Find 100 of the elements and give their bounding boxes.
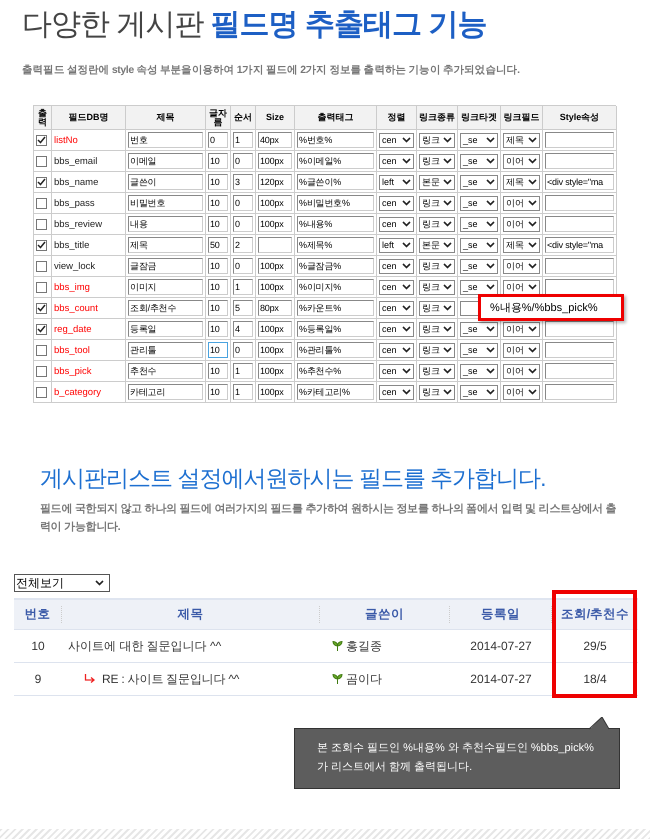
text-input[interactable]: 10 bbox=[208, 258, 228, 274]
text-input[interactable]: 글쓴이 bbox=[128, 174, 203, 190]
text-input[interactable]: 100px bbox=[258, 279, 292, 295]
text-input[interactable]: %글잠금% bbox=[297, 258, 374, 274]
checkbox[interactable] bbox=[36, 344, 47, 356]
dropdown[interactable]: cen bbox=[379, 154, 414, 168]
dropdown[interactable]: _se bbox=[460, 238, 498, 252]
text-input[interactable]: 0 bbox=[233, 153, 253, 169]
dropdown[interactable]: 이어 bbox=[503, 216, 540, 232]
text-input[interactable]: %카운트% bbox=[297, 300, 374, 316]
dropdown[interactable]: 이어 bbox=[503, 342, 540, 358]
checkbox[interactable] bbox=[36, 324, 47, 334]
text-input[interactable]: 100px bbox=[258, 153, 292, 169]
text-input[interactable]: 비밀번호 bbox=[128, 195, 203, 211]
text-input[interactable]: 내용 bbox=[128, 216, 203, 232]
text-input[interactable]: 1 bbox=[233, 384, 253, 400]
text-input[interactable]: 4 bbox=[233, 321, 253, 337]
dropdown[interactable]: 제목 bbox=[503, 238, 540, 252]
checkbox[interactable] bbox=[36, 218, 47, 230]
text-input[interactable]: <div style="ma bbox=[545, 237, 614, 253]
dropdown[interactable]: 링크 bbox=[419, 322, 455, 336]
dropdown[interactable]: _se bbox=[460, 364, 498, 378]
text-input[interactable]: 조회/추천수 bbox=[128, 300, 203, 316]
dropdown[interactable]: _se bbox=[460, 342, 498, 358]
text-input[interactable]: 이미지 bbox=[128, 279, 203, 295]
dropdown[interactable]: 링크 bbox=[419, 364, 455, 378]
dropdown[interactable]: 링크 bbox=[419, 154, 455, 168]
dropdown[interactable]: 링크 bbox=[419, 258, 455, 274]
dropdown[interactable]: 링크 bbox=[419, 196, 455, 210]
text-input[interactable] bbox=[545, 216, 614, 232]
dropdown[interactable]: 이어 bbox=[503, 384, 540, 400]
dropdown[interactable]: cen bbox=[379, 196, 414, 210]
text-input[interactable]: 10 bbox=[208, 342, 228, 358]
text-input[interactable] bbox=[545, 363, 614, 379]
text-input[interactable] bbox=[545, 132, 614, 148]
dropdown[interactable]: cen bbox=[379, 342, 414, 358]
dropdown[interactable]: 링크 bbox=[419, 216, 455, 232]
dropdown[interactable]: 링크 bbox=[419, 280, 455, 294]
post-title-link[interactable]: 사이트에 대한 질문입니다 ^^ bbox=[68, 638, 222, 654]
dropdown[interactable]: 본문 bbox=[419, 238, 455, 252]
text-input[interactable]: 40px bbox=[258, 132, 292, 148]
checkbox[interactable] bbox=[36, 282, 47, 292]
dropdown[interactable]: 링크 bbox=[419, 384, 455, 400]
text-input[interactable]: 10 bbox=[208, 195, 228, 211]
dropdown[interactable]: left bbox=[379, 238, 414, 252]
text-input[interactable]: %이미지% bbox=[297, 279, 374, 295]
text-input[interactable] bbox=[545, 342, 614, 358]
text-input[interactable]: %내용% bbox=[297, 216, 374, 232]
dropdown[interactable]: 이어 bbox=[503, 258, 540, 274]
text-input[interactable]: 0 bbox=[233, 258, 253, 274]
dropdown[interactable]: _se bbox=[460, 196, 498, 210]
text-input[interactable]: 10 bbox=[208, 174, 228, 190]
text-input[interactable]: 5 bbox=[233, 300, 253, 316]
text-input[interactable]: 10 bbox=[208, 363, 228, 379]
dropdown[interactable]: 본문 bbox=[419, 174, 455, 190]
dropdown[interactable]: cen bbox=[379, 300, 414, 316]
text-input[interactable]: 번호 bbox=[128, 132, 203, 148]
text-input[interactable]: 1 bbox=[233, 279, 253, 295]
dropdown[interactable]: _se bbox=[460, 322, 498, 336]
text-input[interactable]: 이메일 bbox=[128, 153, 203, 169]
text-input[interactable]: %등록일% bbox=[297, 321, 374, 337]
text-input[interactable] bbox=[545, 279, 614, 295]
text-input[interactable] bbox=[545, 195, 614, 211]
text-input[interactable]: 10 bbox=[208, 384, 228, 400]
dropdown[interactable]: cen bbox=[379, 132, 414, 148]
text-input[interactable]: 120px bbox=[258, 174, 292, 190]
text-input[interactable] bbox=[545, 384, 614, 400]
checkbox[interactable] bbox=[36, 176, 47, 188]
text-input[interactable]: 50 bbox=[208, 237, 228, 253]
text-input[interactable]: 3 bbox=[233, 174, 253, 190]
text-input[interactable]: 추천수 bbox=[128, 363, 203, 379]
text-input[interactable]: 100px bbox=[258, 384, 292, 400]
text-input[interactable]: %이메일% bbox=[297, 153, 374, 169]
text-input[interactable]: 등록일 bbox=[128, 321, 203, 337]
text-input[interactable]: 100px bbox=[258, 216, 292, 232]
dropdown[interactable]: _se bbox=[460, 132, 498, 148]
filter-dropdown[interactable]: 전체보기 bbox=[14, 574, 110, 592]
text-input[interactable]: %카테고리% bbox=[297, 384, 374, 400]
dropdown[interactable]: _se bbox=[460, 384, 498, 400]
text-input[interactable] bbox=[545, 258, 614, 274]
text-input[interactable]: 80px bbox=[258, 300, 292, 316]
post-title-link[interactable]: RE : 사이트 질문입니다 ^^ bbox=[102, 670, 240, 688]
dropdown[interactable]: cen bbox=[379, 258, 414, 274]
text-input[interactable]: 1 bbox=[233, 132, 253, 148]
dropdown[interactable]: left bbox=[379, 174, 414, 190]
text-input[interactable]: 0 bbox=[233, 195, 253, 211]
dropdown[interactable]: _se bbox=[460, 154, 498, 168]
text-input[interactable] bbox=[545, 153, 614, 169]
text-input[interactable]: 10 bbox=[208, 279, 228, 295]
text-input[interactable]: %비밀번호% bbox=[297, 195, 374, 211]
text-input[interactable]: 관리툴 bbox=[128, 342, 203, 358]
text-input[interactable]: 10 bbox=[208, 300, 228, 316]
text-input[interactable]: 100px bbox=[258, 195, 292, 211]
text-input[interactable]: 0 bbox=[233, 216, 253, 232]
text-input[interactable]: %번호% bbox=[297, 132, 374, 148]
text-input[interactable]: 글잠금 bbox=[128, 258, 203, 274]
dropdown[interactable]: 이어 bbox=[503, 364, 540, 378]
checkbox[interactable] bbox=[36, 366, 47, 376]
text-input[interactable]: 1 bbox=[233, 363, 253, 379]
checkbox[interactable] bbox=[36, 198, 47, 208]
